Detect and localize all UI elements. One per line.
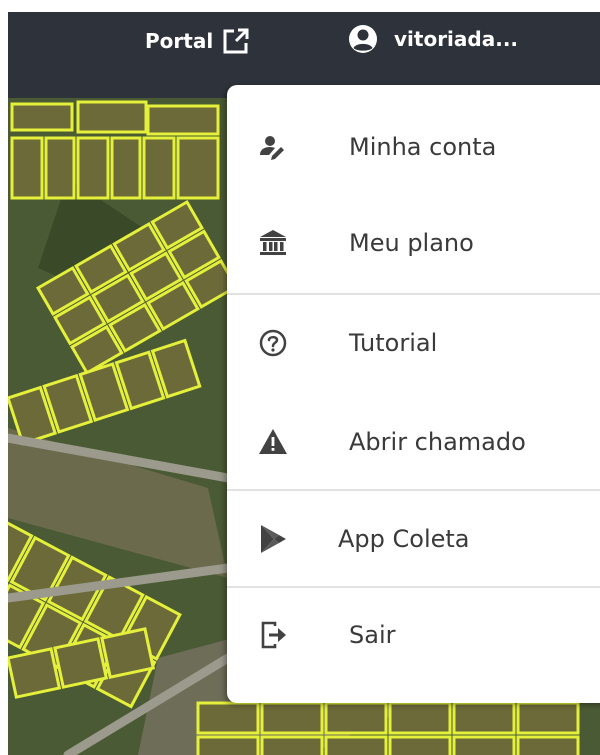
portal-link[interactable]: Portal xyxy=(145,24,251,58)
app-frame: Portal vitoriada... Minha conta Meu plan… xyxy=(8,12,600,755)
username-label: vitoriada... xyxy=(394,27,519,51)
user-dropdown-menu: Minha conta Meu plano Tutorial Abrir cha… xyxy=(227,85,600,703)
menu-item-label: App Coleta xyxy=(338,525,470,553)
warning-icon xyxy=(257,426,289,458)
menu-item-abrir-chamado[interactable]: Abrir chamado xyxy=(227,407,600,477)
menu-item-app-coleta[interactable]: App Coleta xyxy=(227,504,600,574)
menu-item-meu-plano[interactable]: Meu plano xyxy=(227,208,600,278)
menu-divider xyxy=(227,586,600,588)
account-circle-icon xyxy=(348,24,378,54)
logout-icon xyxy=(257,619,289,651)
bank-icon xyxy=(257,227,289,259)
menu-item-minha-conta[interactable]: Minha conta xyxy=(227,112,600,182)
help-circle-icon xyxy=(257,327,289,359)
play-store-icon xyxy=(257,523,289,555)
external-link-icon xyxy=(221,26,251,56)
menu-item-label: Abrir chamado xyxy=(349,428,526,456)
menu-item-label: Sair xyxy=(349,621,396,649)
menu-item-label: Meu plano xyxy=(349,229,474,257)
menu-item-sair[interactable]: Sair xyxy=(227,600,600,670)
user-edit-icon xyxy=(257,131,289,163)
portal-label: Portal xyxy=(145,29,214,53)
menu-item-tutorial[interactable]: Tutorial xyxy=(227,308,600,378)
menu-divider xyxy=(227,489,600,491)
menu-item-label: Minha conta xyxy=(349,133,497,161)
menu-divider xyxy=(227,293,600,295)
menu-item-label: Tutorial xyxy=(349,329,438,357)
user-menu-button[interactable]: vitoriada... xyxy=(348,22,518,56)
